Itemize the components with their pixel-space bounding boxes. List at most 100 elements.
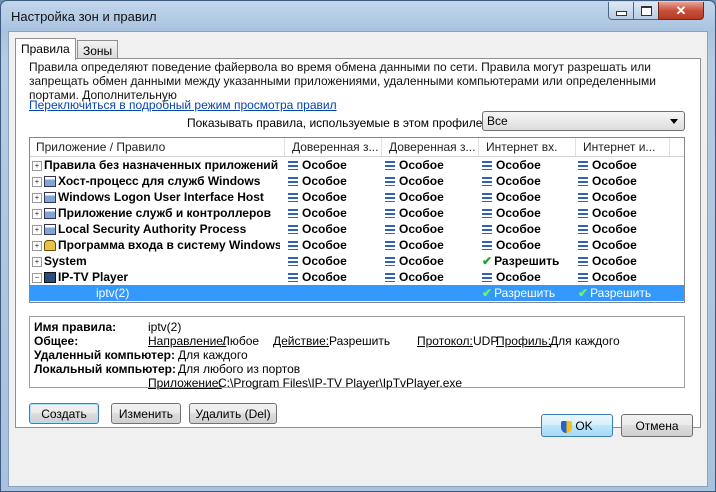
expand-toggle-icon[interactable]: + (32, 240, 42, 251)
table-row[interactable]: + System Особое Особое ✔ Разрешить Особое (30, 253, 684, 269)
table-row[interactable]: + Хост-процесс для служб Windows Особое Осо… (30, 173, 684, 189)
profile-label: Профиль: (496, 334, 552, 348)
permission-cell[interactable]: Особое (385, 222, 477, 236)
tab-rules-label: Правила (21, 42, 70, 56)
rules-grid[interactable]: Приложение / Правило Доверенная з... Дов… (29, 137, 685, 303)
detail-mode-link[interactable]: Переключиться в подробный режим просмотр… (29, 98, 337, 112)
expand-toggle-icon[interactable]: + (32, 208, 42, 219)
rule-name-cell: − IP-TV Player (32, 270, 280, 284)
permission-cell[interactable]: Особое (482, 222, 574, 236)
permission-cell[interactable]: Особое (288, 238, 380, 252)
table-row[interactable]: + Local Security Authority Process Особое О… (30, 221, 684, 237)
close-icon: ✕ (675, 2, 687, 18)
custom-policy-icon (288, 273, 298, 283)
permission-cell[interactable]: Особое (482, 270, 574, 284)
create-button[interactable]: Создать (29, 403, 99, 424)
delete-button[interactable]: Удалить (Del) (189, 403, 277, 424)
permission-cell[interactable]: Особое (385, 270, 477, 284)
permission-value: Особое (496, 190, 541, 204)
permission-cell[interactable]: Особое (578, 190, 670, 204)
permission-cell[interactable]: Особое (385, 254, 477, 268)
column-header-app[interactable]: Приложение / Правило (36, 140, 284, 154)
permission-cell[interactable]: Особое (578, 174, 670, 188)
permission-cell[interactable]: Особое (385, 174, 477, 188)
table-row[interactable]: + Правила без назначенных приложений Особо… (30, 157, 684, 173)
title-bar[interactable]: Настройка зон и правил ✕ (1, 1, 715, 31)
edit-button[interactable]: Изменить (111, 403, 181, 424)
tab-rules[interactable]: Правила (15, 38, 76, 60)
permission-value: Разрешить (494, 286, 556, 300)
permission-cell[interactable]: Особое (288, 190, 380, 204)
table-row[interactable]: iptv(2) ✔ Разрешить ✔ Разрешить (30, 285, 684, 301)
rule-name-cell: + Программа входа в систему Windows (32, 238, 280, 252)
expand-toggle-icon[interactable]: + (32, 160, 42, 171)
column-header-internet-in[interactable]: Интернет вх. (486, 140, 576, 154)
permission-value: Особое (302, 158, 347, 172)
column-header-internet-out[interactable]: Интернет и... (583, 140, 673, 154)
chevron-down-icon (670, 119, 678, 124)
permission-value: Особое (592, 174, 637, 188)
permission-cell[interactable]: Особое (385, 238, 477, 252)
rule-name-text: IP-TV Player (58, 270, 129, 284)
profile-filter-value: Все (487, 114, 508, 128)
permission-cell[interactable]: Особое (385, 158, 477, 172)
rule-name-cell: + System (32, 254, 280, 268)
permission-cell[interactable]: ✔ Разрешить (482, 254, 574, 268)
permission-cell[interactable]: Особое (482, 238, 574, 252)
permission-cell[interactable]: Особое (482, 206, 574, 220)
custom-policy-icon (578, 161, 588, 171)
direction-label: Направление: (148, 334, 227, 348)
table-row[interactable]: − IP-TV Player Особое Особое Особое Особое (30, 269, 684, 285)
permission-cell[interactable]: Особое (578, 254, 670, 268)
permission-value: Разрешить (494, 254, 560, 268)
permission-cell[interactable]: Особое (288, 270, 380, 284)
permission-cell[interactable]: Особое (578, 238, 670, 252)
ok-button[interactable]: OK (541, 414, 613, 437)
tab-zones[interactable]: Зоны (77, 40, 119, 58)
permission-cell[interactable]: Особое (578, 222, 670, 236)
permission-cell[interactable]: Особое (482, 158, 574, 172)
permission-cell[interactable]: Особое (288, 158, 380, 172)
custom-policy-icon (288, 225, 298, 235)
permission-value: Особое (302, 270, 347, 284)
profile-filter-select[interactable]: Все (482, 111, 685, 131)
permission-cell[interactable]: ✔ Разрешить (578, 286, 670, 300)
rule-name-label: Имя правила: (34, 320, 117, 334)
table-row[interactable]: + Приложение служб и контроллеров Особое Ос… (30, 205, 684, 221)
minimize-button[interactable] (608, 2, 634, 20)
permission-cell[interactable]: Особое (385, 206, 477, 220)
expand-toggle-icon[interactable]: + (32, 256, 42, 267)
rule-name-cell: + Приложение служб и контроллеров (32, 206, 280, 220)
rule-name-text: Правила без назначенных приложений (44, 158, 279, 172)
permission-cell[interactable]: Особое (578, 270, 670, 284)
expand-toggle-icon[interactable]: − (32, 272, 42, 283)
close-button[interactable]: ✕ (658, 2, 704, 20)
permission-value: Разрешить (590, 286, 652, 300)
permission-cell[interactable]: Особое (288, 206, 380, 220)
permission-cell[interactable]: Особое (578, 206, 670, 220)
expand-toggle-icon[interactable]: + (32, 224, 42, 235)
permission-value: Особое (592, 222, 637, 236)
column-header-trusted-in[interactable]: Доверенная з... (292, 140, 382, 154)
expand-toggle-icon[interactable]: + (32, 176, 42, 187)
rule-name-text: Local Security Authority Process (58, 222, 247, 236)
table-row[interactable]: + Программа входа в систему Windows Особое… (30, 237, 684, 253)
permission-cell[interactable]: Особое (482, 174, 574, 188)
expand-toggle-icon[interactable]: + (32, 192, 42, 203)
permission-cell[interactable]: Особое (385, 190, 477, 204)
permission-cell[interactable]: Особое (288, 254, 380, 268)
window-title: Настройка зон и правил (11, 9, 157, 24)
custom-policy-icon (385, 225, 395, 235)
permission-cell[interactable]: Особое (482, 190, 574, 204)
rule-properties: Имя правила: iptv(2) Общее: Направление:… (29, 316, 685, 390)
permission-cell[interactable]: Особое (288, 174, 380, 188)
protocol-value: UDP (473, 334, 499, 348)
cancel-button[interactable]: Отмена (621, 414, 693, 437)
permission-cell[interactable]: ✔ Разрешить (482, 286, 574, 300)
permission-cell[interactable]: Особое (288, 222, 380, 236)
column-header-trusted-out[interactable]: Доверенная з... (389, 140, 479, 154)
maximize-button[interactable] (633, 2, 659, 20)
permission-value: Особое (302, 222, 347, 236)
table-row[interactable]: + Windows Logon User Interface Host Особое… (30, 189, 684, 205)
permission-cell[interactable]: Особое (578, 158, 670, 172)
